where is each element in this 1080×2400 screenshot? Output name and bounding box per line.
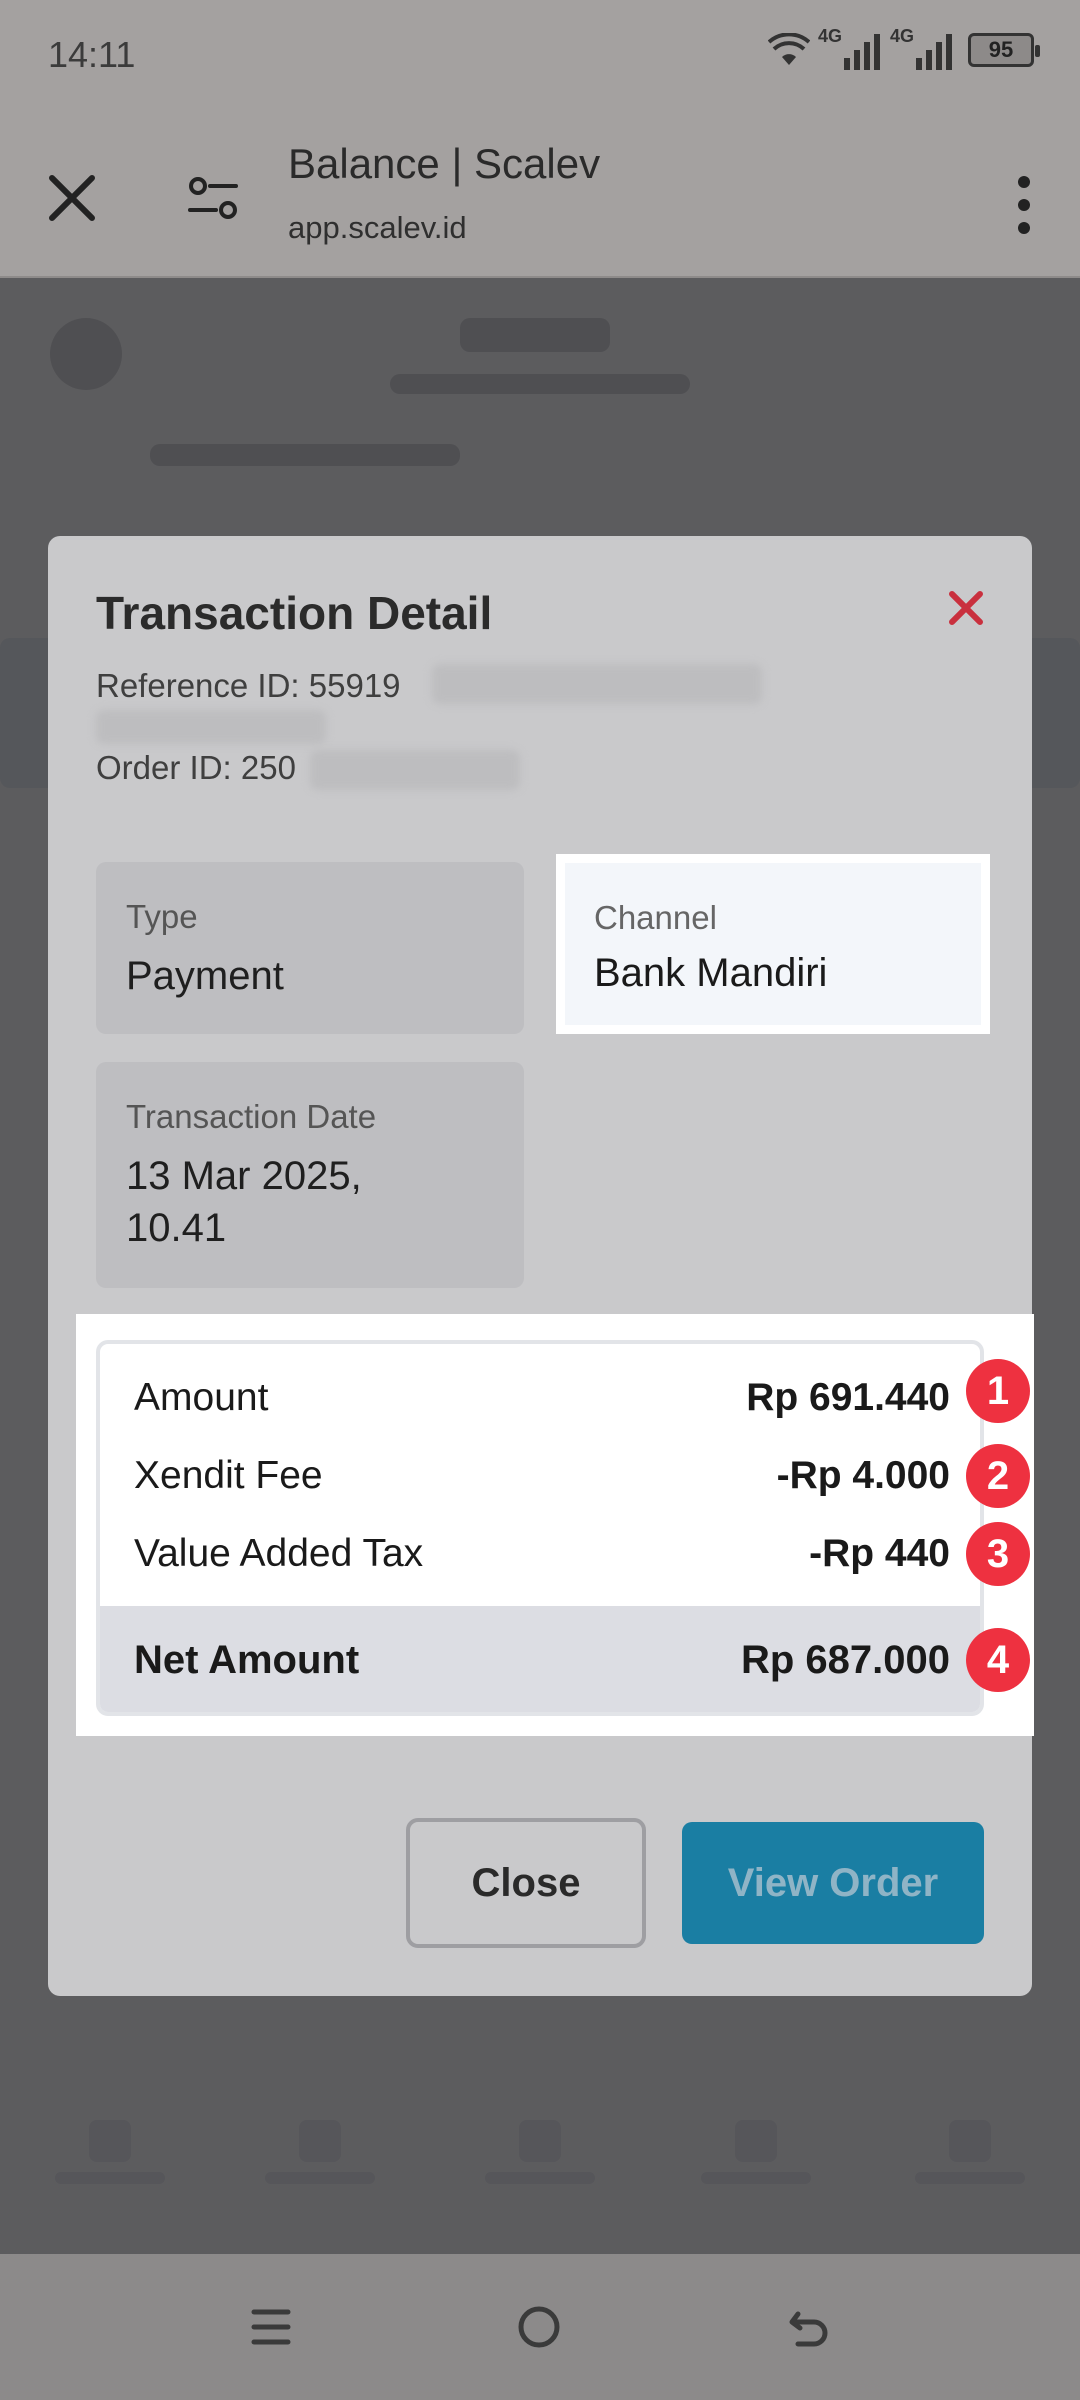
page-subheading-placeholder [390,374,690,394]
view-order-button[interactable]: View Order [682,1822,984,1944]
bottom-nav-item-3[interactable] [470,2120,610,2200]
annotation-badge-3: 3 [966,1522,1030,1586]
channel-highlight: Channel Bank Mandiri [556,854,990,1034]
amount-summary: Amount Rp 691.440 Xendit Fee -Rp 4.000 V… [96,1340,984,1716]
site-settings-icon[interactable] [186,170,242,226]
channel-value: Bank Mandiri [594,951,828,995]
battery-icon: 95 [968,33,1040,67]
modal-title: Transaction Detail [96,587,493,639]
channel-label: Channel [594,899,717,936]
annotation-badge-4: 4 [966,1628,1030,1692]
page-heading-placeholder [460,318,610,352]
page-title: Balance | Scalev [288,140,601,187]
status-time: 14:11 [48,34,136,75]
annotation-badge-1: 1 [966,1359,1030,1423]
page-text-placeholder [150,444,460,466]
redacted-order [310,750,520,790]
summary-row-vat: Value Added Tax -Rp 440 [134,1532,950,1575]
home-icon[interactable] [514,2302,564,2352]
bottom-nav-item-1[interactable] [40,2120,180,2200]
transaction-date-card: Transaction Date 13 Mar 2025, 10.41 [96,1062,524,1288]
type-value: Payment [126,954,284,998]
reference-id: Reference ID: 55919 [96,667,401,704]
annotation-badge-2: 2 [966,1444,1030,1508]
transaction-detail-modal: Transaction Detail Reference ID: 55919 O… [48,536,1032,1996]
signal-icon: 4G [818,26,882,70]
system-nav-bar [0,2254,1080,2400]
close-button[interactable]: Close [406,1818,646,1948]
recent-apps-icon[interactable] [246,2302,296,2352]
redacted-reference [432,664,762,704]
close-tab-icon[interactable] [42,168,102,228]
bottom-nav-item-2[interactable] [250,2120,390,2200]
close-icon[interactable] [944,586,988,630]
bottom-nav-item-5[interactable] [900,2120,1040,2200]
status-bar: 14:11 4G 4G 95 [0,0,1080,110]
date-value: 13 Mar 2025, 10.41 [126,1154,362,1250]
summary-row-amount: Amount Rp 691.440 [134,1376,950,1419]
page-url[interactable]: app.scalev.id [288,210,467,246]
wifi-icon [768,33,810,65]
summary-row-xendit-fee: Xendit Fee -Rp 4.000 [134,1454,950,1497]
summary-row-net-amount: Net Amount Rp 687.000 [100,1606,980,1712]
type-card: Type Payment [96,862,524,1034]
channel-card: Channel Bank Mandiri [565,863,981,1025]
date-label: Transaction Date [126,1098,377,1135]
browser-bar: Balance | Scalev app.scalev.id [0,110,1080,278]
back-icon[interactable] [784,2302,834,2352]
status-icons: 4G 4G 95 [768,26,1040,70]
bottom-nav-item-4[interactable] [686,2120,826,2200]
avatar [50,318,122,390]
signal-icon-2: 4G [890,26,954,70]
more-menu-icon[interactable] [1002,170,1046,240]
redacted-reference-2 [96,710,326,744]
summary-highlight: Amount Rp 691.440 Xendit Fee -Rp 4.000 V… [76,1314,1034,1736]
type-label: Type [126,898,198,935]
